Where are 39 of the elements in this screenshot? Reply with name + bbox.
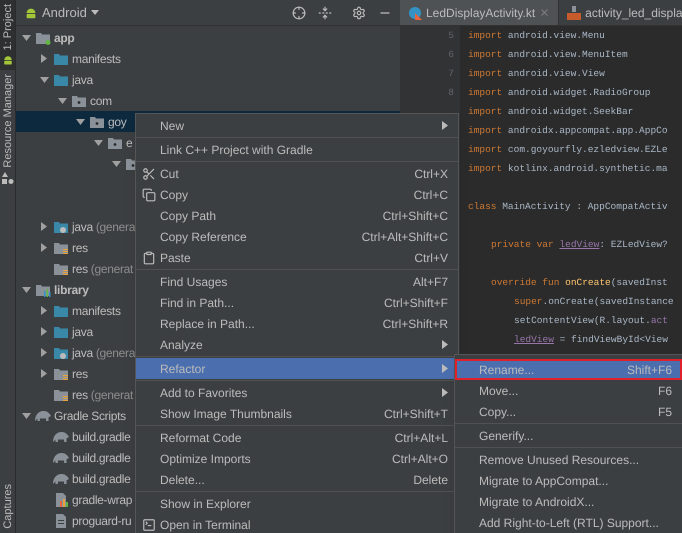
tree-label: res — [72, 240, 88, 256]
code-line: class MainActivity : AppCompatActiv — [468, 200, 668, 214]
tree-label: build.gradle — [72, 450, 130, 466]
tree-label: library — [54, 282, 89, 298]
tree-label: java — [72, 324, 93, 340]
tree-label: Gradle Scripts — [54, 408, 126, 424]
code-line: import kotlinx.android.synthetic.ma — [468, 162, 668, 176]
code-line: super.onCreate(savedInstance — [514, 295, 674, 310]
tree-label: manifests — [72, 302, 121, 320]
code-line: import android.view.Menu — [468, 29, 605, 44]
code-line: import android.widget.SeekBar — [468, 105, 634, 120]
tree-label: java — [72, 344, 93, 362]
tree-label: gradle-wrap — [72, 492, 132, 508]
tree-label: build.gradle — [72, 428, 130, 446]
tree-label: manifests — [72, 50, 121, 68]
tree-label: e — [126, 134, 132, 152]
code-line: import android.view.View — [468, 67, 605, 82]
tree-label: java — [72, 72, 93, 88]
tree-note: (generat — [90, 260, 134, 278]
code-line: import com.goyourfly.ezledview.EZLe — [468, 143, 668, 158]
tree-label: res — [72, 386, 88, 404]
tree-label: build.gradle — [72, 470, 130, 488]
tree-note: (generat — [90, 386, 134, 404]
tree-label: app — [54, 30, 74, 46]
code-line: import android.view.MenuItem — [468, 48, 628, 62]
tree-label: proguard-ru — [72, 512, 132, 530]
tree-note: (genera — [96, 344, 136, 362]
tree-label: goy — [108, 114, 126, 130]
tree-label: res — [72, 366, 88, 382]
tree-label: res — [72, 260, 88, 278]
code-line: ledView = findViewById<View — [514, 333, 668, 348]
tree-label: java — [72, 218, 93, 236]
code-line: import androidx.appcompat.app.AppCo — [468, 124, 668, 138]
tree-note: (genera — [96, 218, 136, 236]
code-line: override fun onCreate(savedInst — [491, 276, 668, 290]
code-line: private var ledView: EZLedView? — [491, 238, 668, 252]
tree-label: com — [90, 92, 112, 110]
code-line: setContentView(R.layout.act — [514, 314, 668, 328]
code-line: import android.widget.RadioGroup — [468, 86, 650, 100]
